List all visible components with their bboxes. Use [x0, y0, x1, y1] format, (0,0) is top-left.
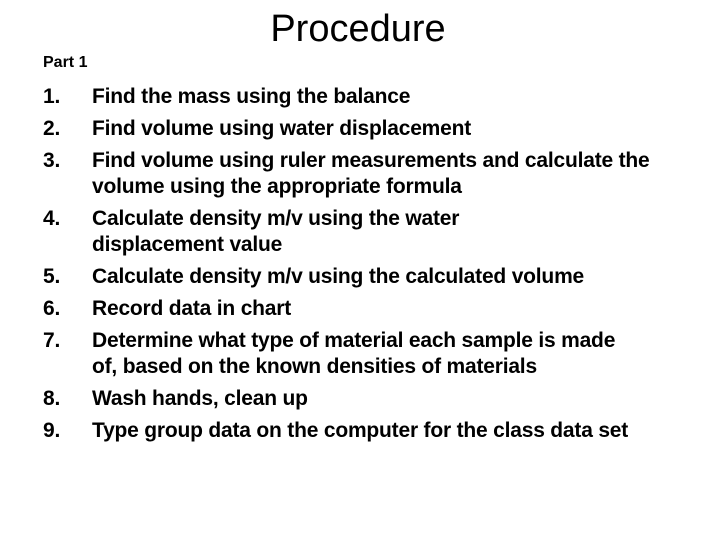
procedure-step: 7. Determine what type of material each … — [43, 328, 637, 381]
procedure-step: 5. Calculate density m/v using the calcu… — [43, 264, 703, 291]
step-text: Find the mass using the balance — [92, 85, 411, 108]
procedure-step: 1. Find the mass using the balance — [43, 84, 703, 111]
step-number: 1. — [43, 85, 61, 108]
part-heading: Part 1 — [43, 54, 88, 71]
procedure-step: 8. Wash hands, clean up — [43, 386, 703, 413]
step-number: 2. — [43, 116, 61, 140]
step-text: Record data in chart — [92, 296, 292, 320]
step-number: 6. — [43, 296, 61, 320]
step-number: 8. — [43, 387, 61, 411]
step-number: 4. — [43, 206, 61, 230]
step-text: Calculate density m/v using the calculat… — [92, 265, 585, 289]
procedure-step: 2. Find volume using water displacement — [43, 116, 703, 143]
step-text: Find volume using ruler measurements and… — [92, 148, 650, 199]
procedure-step: 9. Type group data on the computer for t… — [43, 418, 720, 445]
step-text: Wash hands, clean up — [92, 387, 308, 411]
procedure-list: 1. Find the mass using the balance 2. Fi… — [43, 84, 703, 450]
procedure-step: 3. Find volume using ruler measurements … — [43, 148, 662, 201]
step-text: Find volume using water displacement — [92, 116, 472, 140]
procedure-step: 6. Record data in chart — [43, 296, 703, 323]
procedure-step: 4. Calculate density m/v using the water… — [43, 206, 532, 259]
step-number: 3. — [43, 148, 61, 172]
step-number: 5. — [43, 265, 61, 289]
slide-title: Procedure — [0, 8, 720, 51]
step-text: Determine what type of material each sam… — [92, 328, 616, 379]
step-text: Type group data on the computer for the … — [92, 418, 629, 442]
step-text: Calculate density m/v using the water di… — [92, 206, 460, 257]
step-number: 9. — [43, 418, 61, 442]
step-number: 7. — [43, 328, 61, 352]
slide-title-text: Procedure — [270, 8, 446, 50]
